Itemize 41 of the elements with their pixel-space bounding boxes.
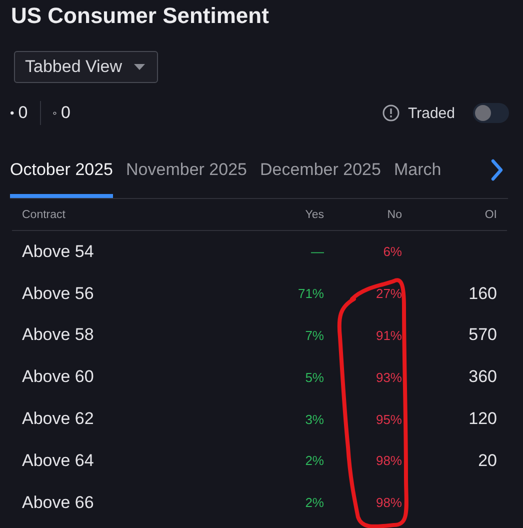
yes-price: 2% <box>304 495 324 510</box>
contract-name: Above 54 <box>21 242 95 262</box>
contract-name: Above 66 <box>21 492 95 513</box>
bullet-mark: ◦ <box>52 106 57 120</box>
month-tab[interactable]: November 2025 <box>126 153 247 198</box>
open-interest: 570 <box>468 325 497 344</box>
yes-price: 5% <box>304 370 324 385</box>
contract-name: Above 62 <box>21 409 95 430</box>
yes-price: 7% <box>304 328 324 343</box>
page-title: US Consumer Sentiment <box>11 4 270 28</box>
month-tab[interactable]: March <box>394 153 442 198</box>
open-interest: 360 <box>468 367 497 386</box>
no-price: 6% <box>382 244 402 260</box>
open-interest: 20 <box>478 450 497 470</box>
no-price: 98% <box>374 495 402 510</box>
month-tab[interactable]: October 2025 <box>10 153 114 198</box>
no-price: 93% <box>374 370 402 385</box>
no-price: 98% <box>374 453 402 468</box>
column-header: Yes <box>304 208 324 220</box>
yes-price: — <box>310 244 324 260</box>
contract-name: Above 56 <box>21 284 95 304</box>
contract-name: Above 58 <box>21 325 95 346</box>
open-interest: 160 <box>468 284 497 303</box>
yes-price: 3% <box>304 412 324 427</box>
open-interest: 120 <box>468 409 497 428</box>
column-header: No <box>386 208 402 220</box>
yes-price: 71% <box>296 286 324 302</box>
view-dropdown[interactable]: Tabbed View <box>14 51 158 83</box>
no-price: 95% <box>374 412 402 427</box>
contract-name: Above 60 <box>21 367 95 388</box>
counter-value: 0 <box>18 103 28 123</box>
column-header: Contract <box>21 208 66 220</box>
traded-label: Traded <box>408 104 455 122</box>
counter-value: 0 <box>60 103 70 123</box>
no-price: 27% <box>374 286 402 302</box>
bullet-mark: • <box>10 106 14 120</box>
month-tab[interactable]: December 2025 <box>260 153 381 198</box>
column-header: OI <box>484 208 498 220</box>
yes-price: 2% <box>304 453 324 468</box>
contract-name: Above 64 <box>21 450 95 471</box>
no-price: 91% <box>374 328 402 343</box>
